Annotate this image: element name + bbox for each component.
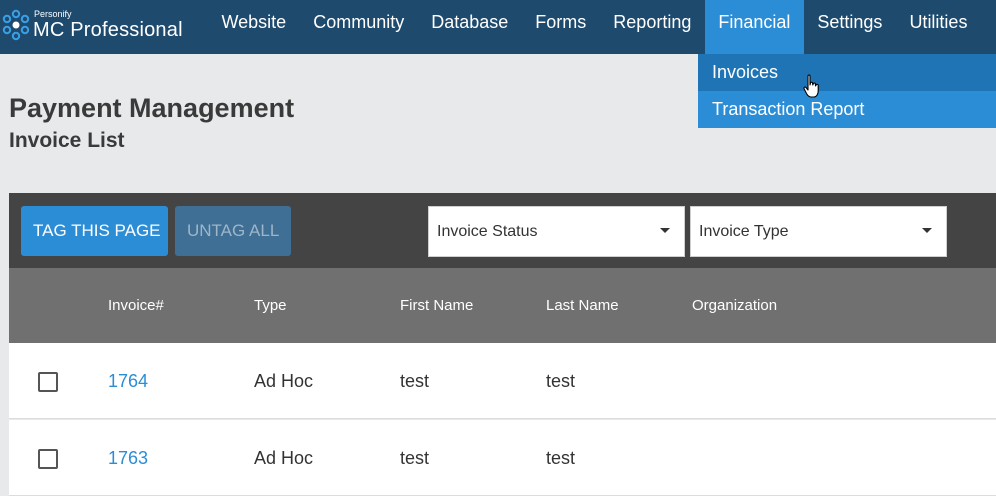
menu-item-invoices[interactable]: Invoices bbox=[698, 54, 996, 91]
tag-this-page-button[interactable]: TAG THIS PAGE bbox=[21, 206, 168, 256]
nav-item-forms[interactable]: Forms bbox=[522, 0, 600, 54]
chevron-down-icon bbox=[922, 228, 932, 233]
first-name-cell: test bbox=[400, 448, 430, 468]
row-checkbox[interactable] bbox=[38, 449, 58, 469]
column-header-type[interactable]: Type bbox=[254, 268, 287, 343]
invoice-type-select[interactable]: Invoice Type bbox=[690, 206, 947, 257]
financial-dropdown-menu: Invoices Transaction Report bbox=[698, 54, 996, 128]
page-subtitle: Invoice List bbox=[9, 129, 125, 152]
chevron-down-icon bbox=[660, 228, 670, 233]
hand-pointer-cursor-icon bbox=[803, 74, 819, 98]
nav-item-website[interactable]: Website bbox=[208, 0, 300, 54]
top-nav-bar: Personify MC Professional Website Commun… bbox=[0, 0, 996, 54]
invoice-type-cell: Ad Hoc bbox=[254, 448, 314, 468]
nav-item-community[interactable]: Community bbox=[300, 0, 418, 54]
table-row: 1763 Ad Hoc test test bbox=[9, 420, 996, 496]
invoice-number-link[interactable]: 1763 bbox=[108, 420, 148, 496]
last-name-cell: test bbox=[546, 448, 576, 468]
invoice-type-select-value: Invoice Type bbox=[699, 223, 789, 240]
table-header: Invoice# Type First Name Last Name Organ… bbox=[9, 268, 996, 343]
menu-item-transaction-report[interactable]: Transaction Report bbox=[698, 91, 996, 128]
main-nav: Website Community Database Forms Reporti… bbox=[208, 0, 981, 54]
column-header-organization[interactable]: Organization bbox=[692, 268, 777, 343]
nav-item-database[interactable]: Database bbox=[418, 0, 522, 54]
page-title: Payment Management bbox=[9, 93, 295, 123]
nav-item-financial[interactable]: Financial bbox=[704, 0, 804, 54]
row-checkbox[interactable] bbox=[38, 372, 58, 392]
invoice-status-select-value: Invoice Status bbox=[437, 223, 538, 240]
column-header-first-name[interactable]: First Name bbox=[400, 268, 473, 343]
invoice-number-link[interactable]: 1764 bbox=[108, 343, 148, 419]
column-header-last-name[interactable]: Last Name bbox=[546, 268, 619, 343]
table-toolbar: TAG THIS PAGE UNTAG ALL Invoice Status I… bbox=[9, 193, 996, 268]
last-name-cell: test bbox=[546, 371, 576, 391]
invoice-type-cell: Ad Hoc bbox=[254, 371, 314, 391]
table-row: 1764 Ad Hoc test test bbox=[9, 343, 996, 419]
column-header-invoice[interactable]: Invoice# bbox=[108, 268, 164, 343]
untag-all-button[interactable]: UNTAG ALL bbox=[175, 206, 291, 256]
logo-product-name: MC Professional bbox=[33, 19, 183, 41]
app-logo[interactable]: Personify MC Professional bbox=[0, 4, 200, 48]
first-name-cell: test bbox=[400, 371, 430, 391]
nav-item-settings[interactable]: Settings bbox=[804, 0, 896, 54]
personify-logo-icon bbox=[2, 9, 30, 41]
logo-brand-text: Personify bbox=[34, 9, 72, 19]
nav-item-utilities[interactable]: Utilities bbox=[896, 0, 981, 54]
nav-item-reporting[interactable]: Reporting bbox=[600, 0, 705, 54]
invoice-status-select[interactable]: Invoice Status bbox=[428, 206, 685, 257]
